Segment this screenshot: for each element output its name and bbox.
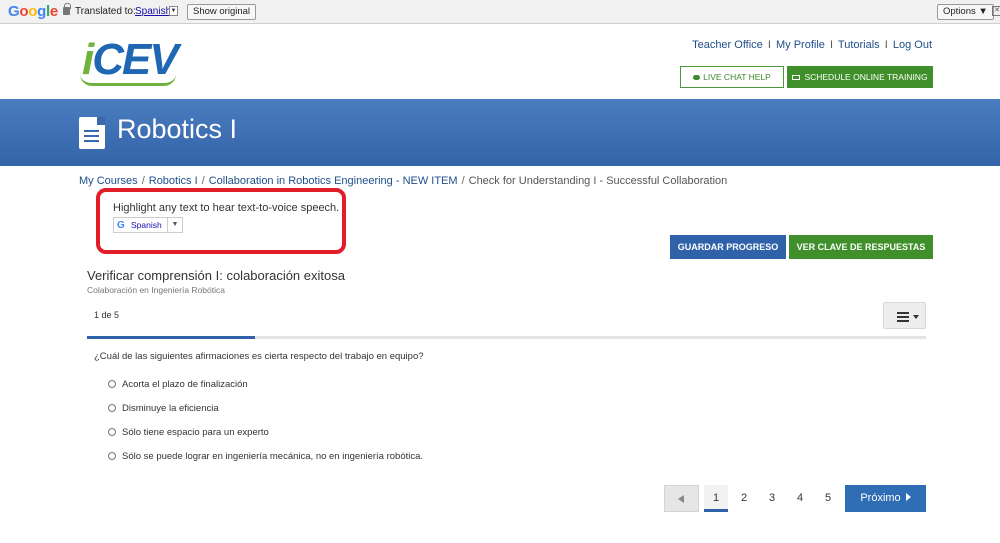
view-answer-key-button[interactable]: VER CLAVE DE RESPUESTAS — [789, 235, 933, 259]
log-out-link[interactable]: Log Out — [893, 39, 932, 51]
logo-swoosh — [80, 74, 176, 86]
tutorials-link[interactable]: Tutorials — [838, 39, 880, 51]
radio-button[interactable] — [108, 452, 116, 460]
radio-button[interactable] — [108, 428, 116, 436]
question-list-toggle[interactable] — [883, 302, 926, 329]
translated-to-label: Translated to: — [75, 6, 136, 17]
answer-option[interactable]: Sólo tiene espacio para un experto — [108, 427, 269, 438]
close-icon[interactable]: ✕ — [992, 6, 1000, 16]
teacher-office-link[interactable]: Teacher Office — [692, 39, 763, 51]
play-icon — [905, 493, 911, 501]
tts-language-select[interactable]: G Spanish ▼ — [113, 217, 183, 233]
page-4-button[interactable]: 4 — [788, 485, 812, 512]
save-progress-button[interactable]: GUARDAR PROGRESO — [670, 235, 786, 259]
breadcrumb-collaboration[interactable]: Collaboration in Robotics Engineering - … — [209, 175, 458, 187]
breadcrumb: My Courses / Robotics I / Collaboration in R… — [79, 175, 728, 187]
caret-down-icon — [913, 315, 919, 319]
quiz-title: Verificar comprensión I: colaboración ex… — [87, 268, 345, 283]
live-chat-help-button[interactable]: LIVE CHAT HELP — [680, 66, 784, 88]
next-button[interactable]: Próximo — [845, 485, 926, 512]
question-counter: 1 de 5 — [94, 310, 120, 320]
google-g-icon: G — [117, 220, 125, 231]
laptop-icon — [792, 75, 801, 81]
quiz-subtitle: Colaboración en Ingeniería Robótica — [87, 285, 225, 295]
progress-bar — [87, 336, 926, 339]
translate-language-dropdown-icon[interactable]: ▼ — [169, 6, 178, 16]
answer-option[interactable]: Sólo se puede lograr en ingeniería mecán… — [108, 451, 423, 462]
translate-bar: Google Translated to: Spanish ▼ Show ori… — [0, 0, 1000, 24]
answer-option[interactable]: Acorta el plazo de finalización — [108, 379, 248, 390]
breadcrumb-current: Check for Understanding I - Successful C… — [468, 175, 728, 187]
google-logo: Google — [8, 3, 58, 20]
tts-instruction: Highlight any text to hear text-to-voice… — [113, 202, 340, 214]
progress-bar-fill — [87, 336, 255, 339]
chat-icon — [693, 75, 701, 81]
radio-button[interactable] — [108, 404, 116, 412]
my-profile-link[interactable]: My Profile — [776, 39, 825, 51]
document-icon — [79, 117, 105, 149]
page-1-button[interactable]: 1 — [704, 485, 728, 512]
page-title: Robotics I — [117, 114, 238, 144]
page-3-button[interactable]: 3 — [760, 485, 784, 512]
chevron-left-icon — [678, 495, 684, 503]
top-nav-links: Teacher Office I My Profile I Tutorials … — [692, 39, 932, 51]
breadcrumb-my-courses[interactable]: My Courses — [79, 175, 138, 187]
lock-icon — [63, 3, 71, 15]
radio-button[interactable] — [108, 380, 116, 388]
schedule-training-button[interactable]: SCHEDULE ONLINE TRAINING — [787, 66, 933, 88]
breadcrumb-robotics[interactable]: Robotics I — [149, 175, 198, 187]
page-5-button[interactable]: 5 — [816, 485, 840, 512]
translate-language-link[interactable]: Spanish — [135, 6, 171, 17]
show-original-button[interactable]: Show original — [187, 4, 257, 20]
question-text: ¿Cuál de las siguientes afirmaciones es … — [94, 351, 424, 362]
page-2-button[interactable]: 2 — [732, 485, 756, 512]
chevron-down-icon: ▼ — [167, 218, 182, 232]
previous-page-button[interactable] — [664, 485, 699, 512]
answer-option[interactable]: Disminuye la eficiencia — [108, 403, 219, 414]
options-button[interactable]: Options ▼ — [937, 4, 994, 20]
